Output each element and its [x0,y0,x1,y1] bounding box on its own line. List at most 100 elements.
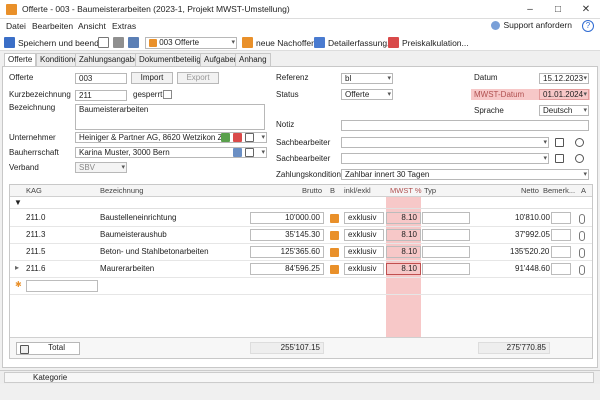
menu-bearbeiten[interactable]: Bearbeiten [32,21,73,31]
mail-icon[interactable] [555,154,564,163]
calc-icon[interactable] [330,231,339,240]
col-inkl-exkl[interactable]: inkl/exkl [344,186,371,195]
row-mwst[interactable]: 8.10 [386,229,421,241]
col-mwst[interactable]: MWST % [390,186,422,195]
close-button[interactable]: ✕ [572,0,600,19]
address-book-icon[interactable] [245,133,254,142]
help-icon[interactable]: ? [582,20,594,32]
col-attachment[interactable]: A [581,186,586,195]
menu-datei[interactable]: Datei [6,21,26,31]
chevron-down-icon: ▾ [231,39,235,46]
row-mwst[interactable]: 8.10 [386,212,421,224]
row-typ[interactable] [422,246,470,258]
contact-card-icon[interactable] [233,148,242,157]
offerte-number-field[interactable]: 003 [75,73,127,84]
row-bemerkung[interactable] [551,246,571,258]
gesperrt-checkbox[interactable] [163,90,172,99]
address-book-icon[interactable] [245,148,254,157]
col-bezeichnung[interactable]: Bezeichnung [100,186,143,195]
mail-icon[interactable] [555,138,564,147]
row-brutto[interactable]: 35'145.30 [250,229,324,241]
settings-button[interactable] [128,36,139,49]
row-netto: 135'520.20 [510,247,550,256]
contact-card-icon[interactable] [233,133,242,142]
edit-icon [314,37,325,48]
datum-label: Datum [474,73,498,82]
row-mwst[interactable]: 8.10 [386,263,421,275]
col-typ[interactable]: Typ [424,186,436,195]
row-bemerkung[interactable] [551,229,571,241]
minimize-button[interactable]: – [516,0,544,19]
new-offer-button[interactable]: neue Nachofferte [242,36,321,49]
phone-icon[interactable] [575,154,584,163]
bezeichnung-field[interactable]: Baumeisterarbeiten [75,104,265,130]
calc-icon[interactable] [330,248,339,257]
paperclip-icon[interactable] [579,248,585,258]
row-brutto[interactable]: 10'000.00 [250,212,324,224]
zahlungskonditionen-select[interactable]: Zahlbar innert 30 Tagen ▾ [341,169,589,180]
referenz-label: Referenz [276,73,309,82]
row-inkl-exkl[interactable]: exklusiv [344,229,384,241]
row-mwst[interactable]: 8.10 [386,246,421,258]
col-kag[interactable]: KAG [26,186,42,195]
sprache-select[interactable]: Deutsch ▾ [539,105,589,116]
print-button[interactable] [113,36,124,49]
row-typ[interactable] [422,229,470,241]
paperclip-icon[interactable] [579,214,585,224]
phone-icon[interactable] [575,138,584,147]
total-label: Total [48,343,65,352]
new-row[interactable]: ✱ [10,278,592,295]
import-button[interactable]: Import [131,72,173,84]
datum-field[interactable]: 15.12.2023 ▾ [539,73,589,84]
col-netto[interactable]: Netto [521,186,539,195]
export-button[interactable]: Export [177,72,219,84]
col-b[interactable]: B [330,186,335,195]
row-inkl-exkl[interactable]: exklusiv [344,263,384,275]
verband-select[interactable]: SBV ▾ [75,162,127,173]
offer-select[interactable]: 003 Offerte ▾ [145,37,237,49]
tab-offerte[interactable]: Offerte [4,53,37,67]
row-inkl-exkl[interactable]: exklusiv [344,212,384,224]
row-typ[interactable] [422,263,470,275]
maximize-button[interactable]: □ [544,0,572,19]
calc-icon[interactable] [330,214,339,223]
row-typ[interactable] [422,212,470,224]
kategorie-bar[interactable]: Kategorie [4,372,594,383]
col-brutto[interactable]: Brutto [302,186,322,195]
row-brutto[interactable]: 84'596.25 [250,263,324,275]
person-icon[interactable] [221,133,230,142]
paperclip-icon[interactable] [579,265,585,275]
row-bemerkung[interactable] [551,263,571,275]
row-bemerkung[interactable] [551,212,571,224]
table-row[interactable]: 211.5 Beton- und Stahlbetonarbeiten 125'… [10,244,592,261]
sprache-value: Deutsch [543,106,573,115]
save-icon [4,37,15,48]
save-close-button[interactable]: Speichern und beenden [4,36,108,49]
table-row[interactable]: 211.3 Baumeisteraushub 35'145.30 exklusi… [10,227,592,244]
table-row[interactable]: 211.0 Baustelleneinrichtung 10'000.00 ex… [10,210,592,227]
col-bemerkung[interactable]: Bemerk... [543,186,575,195]
row-selector-icon[interactable]: ▸ [15,263,19,272]
sachbearbeiter-1-select[interactable]: ▾ [341,137,549,148]
chevron-down-icon: ▾ [583,91,587,98]
sachbearbeiter-2-select[interactable]: ▾ [341,153,549,164]
row-brutto[interactable]: 125'365.60 [250,246,324,258]
status-select[interactable]: Offerte ▾ [341,89,393,100]
filter-icon[interactable]: ▼ [14,198,22,207]
table-row[interactable]: ▸ 211.6 Maurerarbeiten 84'596.25 exklusi… [10,261,592,278]
menu-extras[interactable]: Extras [112,21,136,31]
new-document-button[interactable] [98,36,109,49]
notiz-field[interactable] [341,120,589,131]
kurzbezeichnung-field[interactable]: 211 [75,90,127,101]
mwst-datum-field[interactable]: 01.01.2024 ▾ [539,89,589,100]
price-calc-button[interactable]: Preiskalkulation... [388,36,469,49]
calc-icon[interactable] [330,265,339,274]
support-button[interactable]: Support anfordern [491,20,572,30]
referenz-select[interactable]: bl ▾ [341,73,393,84]
detail-button[interactable]: Detailerfassung... [314,36,394,49]
tab-anhang[interactable]: Anhang [235,53,271,66]
row-inkl-exkl[interactable]: exklusiv [344,246,384,258]
paperclip-icon[interactable] [579,231,585,241]
menu-ansicht[interactable]: Ansicht [78,21,106,31]
new-row-kag-input[interactable] [26,280,98,292]
